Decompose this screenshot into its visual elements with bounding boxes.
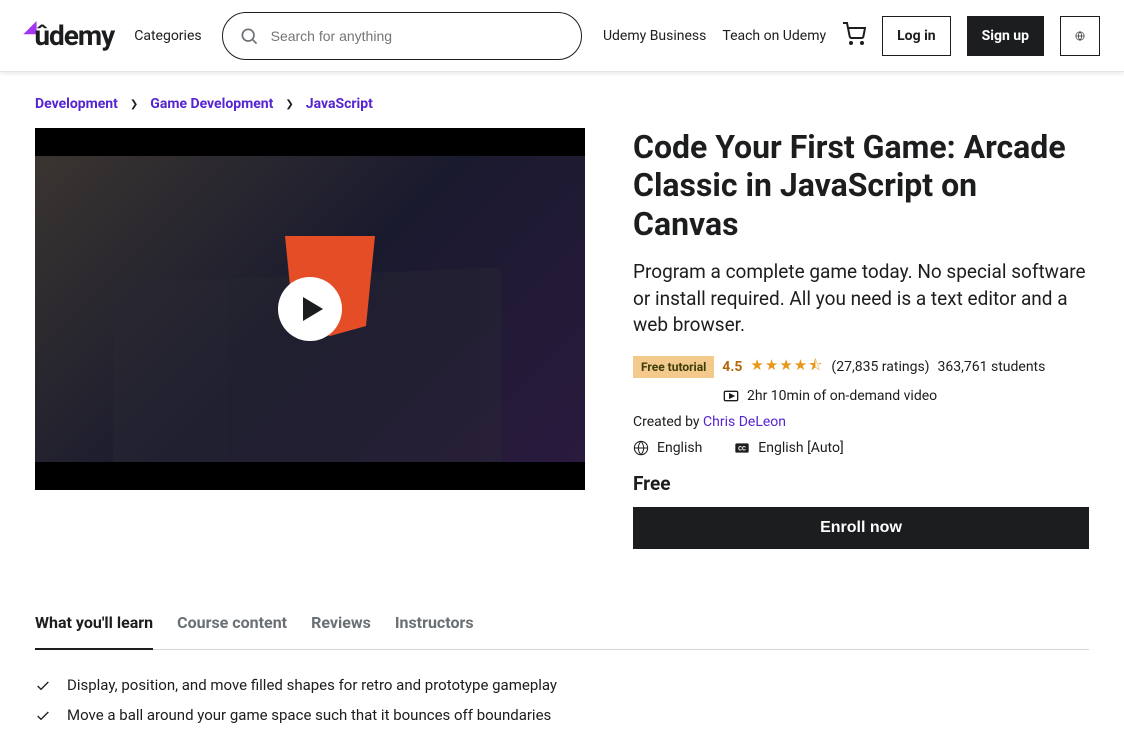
tab-reviews[interactable]: Reviews: [311, 605, 371, 649]
breadcrumb-link[interactable]: JavaScript: [306, 96, 373, 112]
udemy-logo[interactable]: ◢ ûdemy: [24, 17, 114, 54]
logo-text: ûdemy: [34, 19, 114, 52]
course-hero: Code Your First Game: Arcade Classic in …: [35, 128, 1089, 581]
login-button[interactable]: Log in: [882, 16, 951, 56]
svg-text:CC: CC: [738, 446, 746, 453]
header-right: Udemy Business Teach on Udemy Log in Sig…: [603, 16, 1100, 56]
main-header: ◢ ûdemy Categories Udemy Business Teach …: [0, 0, 1124, 72]
enroll-button[interactable]: Enroll now: [633, 507, 1089, 549]
price: Free: [633, 472, 1089, 495]
language-row: English CC English [Auto]: [633, 440, 1089, 456]
course-info: Code Your First Game: Arcade Classic in …: [633, 128, 1089, 549]
rating-value: 4.5: [722, 359, 742, 375]
learn-list: Display, position, and move filled shape…: [35, 650, 1089, 750]
tab-instructors[interactable]: Instructors: [395, 605, 474, 649]
star-rating-icon: ★★★★⯪: [750, 355, 823, 380]
video-icon: [723, 388, 739, 404]
created-by-label: Created by: [633, 414, 703, 430]
search-input[interactable]: [271, 28, 565, 44]
author-link[interactable]: Chris DeLeon: [703, 414, 786, 430]
tab-course-content[interactable]: Course content: [177, 605, 287, 649]
captions-icon: CC: [734, 440, 750, 456]
language-text: English: [657, 440, 702, 456]
list-item: Move a ball around your game space such …: [35, 700, 1089, 730]
students-count: 363,761 students: [938, 359, 1046, 375]
cart-icon[interactable]: [842, 22, 866, 50]
course-subtitle: Program a complete game today. No specia…: [633, 259, 1089, 339]
course-tabs: What you'll learn Course content Reviews…: [35, 605, 1089, 650]
duration-row: 2hr 10min of on-demand video: [723, 388, 1089, 404]
categories-link[interactable]: Categories: [134, 28, 201, 44]
teach-link[interactable]: Teach on Udemy: [722, 28, 826, 44]
chevron-right-icon: ❯: [285, 99, 293, 110]
ratings-count[interactable]: (27,835 ratings): [831, 359, 929, 375]
search-icon: [239, 26, 259, 46]
language-button[interactable]: [1060, 16, 1100, 56]
play-icon: [303, 297, 323, 321]
tab-what-youll-learn[interactable]: What you'll learn: [35, 605, 153, 650]
learn-item-text: Display, position, and move filled shape…: [67, 676, 557, 694]
breadcrumb-link[interactable]: Game Development: [150, 96, 273, 112]
breadcrumb: Development ❯ Game Development ❯ JavaScr…: [35, 72, 1089, 128]
free-badge: Free tutorial: [633, 356, 714, 378]
course-preview-video[interactable]: [35, 128, 585, 490]
course-title: Code Your First Game: Arcade Classic in …: [633, 128, 1089, 243]
duration-text: 2hr 10min of on-demand video: [747, 388, 937, 404]
list-item: Display, position, and move filled shape…: [35, 670, 1089, 700]
chevron-right-icon: ❯: [130, 99, 138, 110]
globe-icon: [1075, 26, 1085, 46]
breadcrumb-link[interactable]: Development: [35, 96, 118, 112]
signup-button[interactable]: Sign up: [967, 16, 1044, 56]
business-link[interactable]: Udemy Business: [603, 28, 706, 44]
created-by: Created by Chris DeLeon: [633, 414, 1089, 430]
check-icon: [35, 678, 51, 694]
captions-text: English [Auto]: [758, 440, 843, 456]
globe-icon: [633, 440, 649, 456]
check-icon: [35, 708, 51, 724]
rating-row: Free tutorial 4.5 ★★★★⯪ (27,835 ratings)…: [633, 355, 1089, 380]
learn-item-text: Move a ball around your game space such …: [67, 706, 551, 724]
search-bar[interactable]: [222, 12, 582, 60]
play-button[interactable]: [278, 277, 342, 341]
